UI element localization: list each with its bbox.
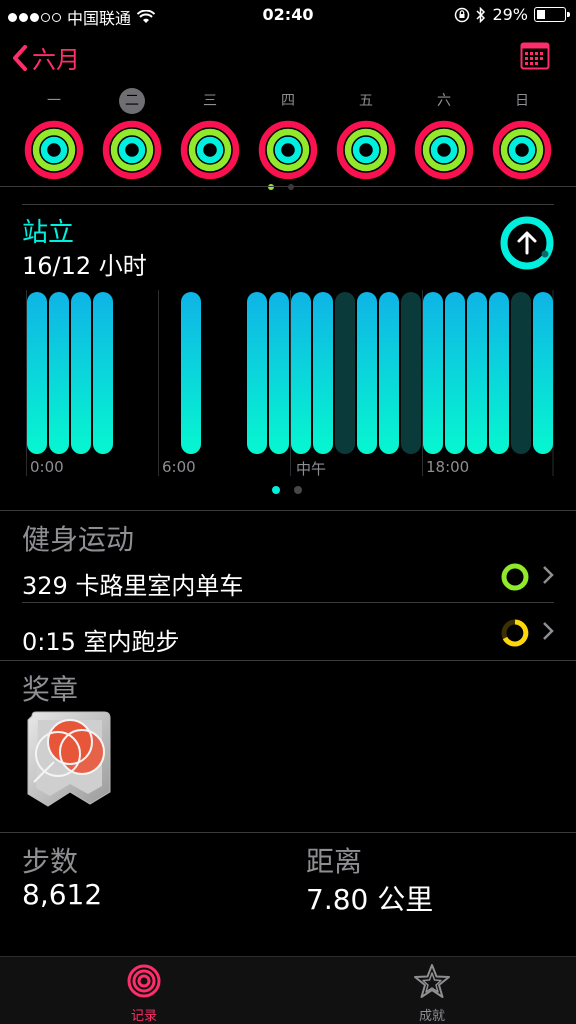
- exercise-ring-partial-icon: [501, 619, 529, 647]
- workout-label: 0:15 室内跑步: [22, 628, 180, 656]
- stand-bar: [445, 292, 465, 454]
- stand-hours: 16/12 小时: [22, 252, 147, 280]
- awards-title: 奖章: [22, 673, 79, 706]
- activity-rings-icon: [24, 120, 84, 180]
- exercise-ring-icon: [501, 563, 529, 591]
- divider: [0, 660, 576, 661]
- stand-title: 站立: [22, 218, 75, 248]
- stand-bar: [49, 292, 69, 454]
- day-label: 一: [47, 93, 61, 109]
- stand-bar: [269, 292, 289, 454]
- day-1[interactable]: 一: [22, 88, 86, 180]
- stand-bar: [423, 292, 443, 454]
- stand-bar-missed: [401, 292, 421, 454]
- tab-history[interactable]: 记录: [104, 963, 184, 1024]
- chevron-left-icon: [13, 44, 27, 71]
- back-label: 六月: [32, 46, 80, 74]
- workout-row-running[interactable]: 0:15 室内跑步: [22, 608, 554, 664]
- stand-bar-missed: [335, 292, 355, 454]
- chevron-right-icon: [543, 566, 554, 584]
- battery-icon: [534, 7, 570, 22]
- activity-rings-icon: [127, 964, 161, 998]
- chart-page-indicator: [272, 486, 302, 494]
- nav-bar: 六月: [0, 30, 576, 86]
- day-label: 四: [281, 93, 295, 109]
- status-bar: 中国联通 02:40 29%: [0, 0, 576, 30]
- day-label: 二: [119, 88, 145, 114]
- tick-label: 18:00: [426, 458, 470, 476]
- day-5[interactable]: 五: [334, 88, 398, 180]
- divider: [0, 186, 576, 187]
- day-4[interactable]: 四: [256, 88, 320, 180]
- star-icon: [414, 964, 450, 998]
- bluetooth-icon: [476, 6, 486, 23]
- stand-bar: [489, 292, 509, 454]
- divider: [22, 204, 554, 205]
- distance-value: 7.80 公里: [306, 883, 434, 916]
- stand-bar: [533, 292, 553, 454]
- stand-arrow-icon[interactable]: [500, 216, 554, 270]
- stand-bar: [379, 292, 399, 454]
- stand-bar: [93, 292, 113, 454]
- day-7[interactable]: 日: [490, 88, 554, 180]
- activity-rings-icon: [102, 120, 162, 180]
- chevron-right-icon: [543, 622, 554, 640]
- stand-bar: [27, 292, 47, 454]
- activity-rings-icon: [414, 120, 474, 180]
- divider: [0, 832, 576, 833]
- day-label: 三: [203, 93, 217, 109]
- activity-rings-icon: [180, 120, 240, 180]
- stand-bar: [467, 292, 487, 454]
- stand-bar: [247, 292, 267, 454]
- stand-bar: [71, 292, 91, 454]
- back-button[interactable]: 六月: [12, 40, 80, 75]
- stand-chart-svg: [26, 290, 554, 476]
- stand-bar: [291, 292, 311, 454]
- steps-value: 8,612: [22, 878, 103, 911]
- tab-achievements[interactable]: 成就: [392, 963, 472, 1024]
- tab-label: 成就: [418, 1009, 445, 1024]
- tick-label: 0:00: [30, 458, 64, 476]
- divider: [0, 510, 576, 511]
- workout-row-cycling[interactable]: 329 卡路里室内单车: [22, 552, 554, 608]
- distance-label: 距离: [306, 845, 363, 878]
- stand-bar-missed: [511, 292, 531, 454]
- day-label: 日: [515, 93, 529, 109]
- status-right: 29%: [454, 5, 570, 24]
- battery-percent: 29%: [492, 5, 528, 24]
- activity-rings-icon: [336, 120, 396, 180]
- tab-bar: 记录 成就: [0, 956, 576, 1024]
- tick-label: 6:00: [162, 458, 196, 476]
- day-2[interactable]: 二: [100, 88, 164, 180]
- workout-label: 329 卡路里室内单车: [22, 572, 244, 600]
- stand-hour-chart: 0:00 6:00 中午 18:00: [26, 290, 554, 480]
- activity-rings-icon: [258, 120, 318, 180]
- rotation-lock-icon: [455, 7, 470, 22]
- day-6[interactable]: 六: [412, 88, 476, 180]
- divider: [22, 602, 554, 603]
- week-strip: 一二三四五六日: [0, 88, 576, 188]
- day-label: 六: [437, 93, 451, 109]
- stand-bar: [357, 292, 377, 454]
- tick-label: 中午: [296, 460, 327, 478]
- activity-rings-icon: [492, 120, 552, 180]
- tab-label: 记录: [130, 1009, 157, 1024]
- stand-bar: [313, 292, 333, 454]
- calendar-icon[interactable]: [520, 42, 550, 70]
- week-page-indicator: [268, 184, 294, 190]
- steps-label: 步数: [22, 845, 79, 878]
- day-3[interactable]: 三: [178, 88, 242, 180]
- medal-icon[interactable]: [24, 710, 116, 810]
- stand-bar: [181, 292, 201, 454]
- day-label: 五: [359, 93, 373, 109]
